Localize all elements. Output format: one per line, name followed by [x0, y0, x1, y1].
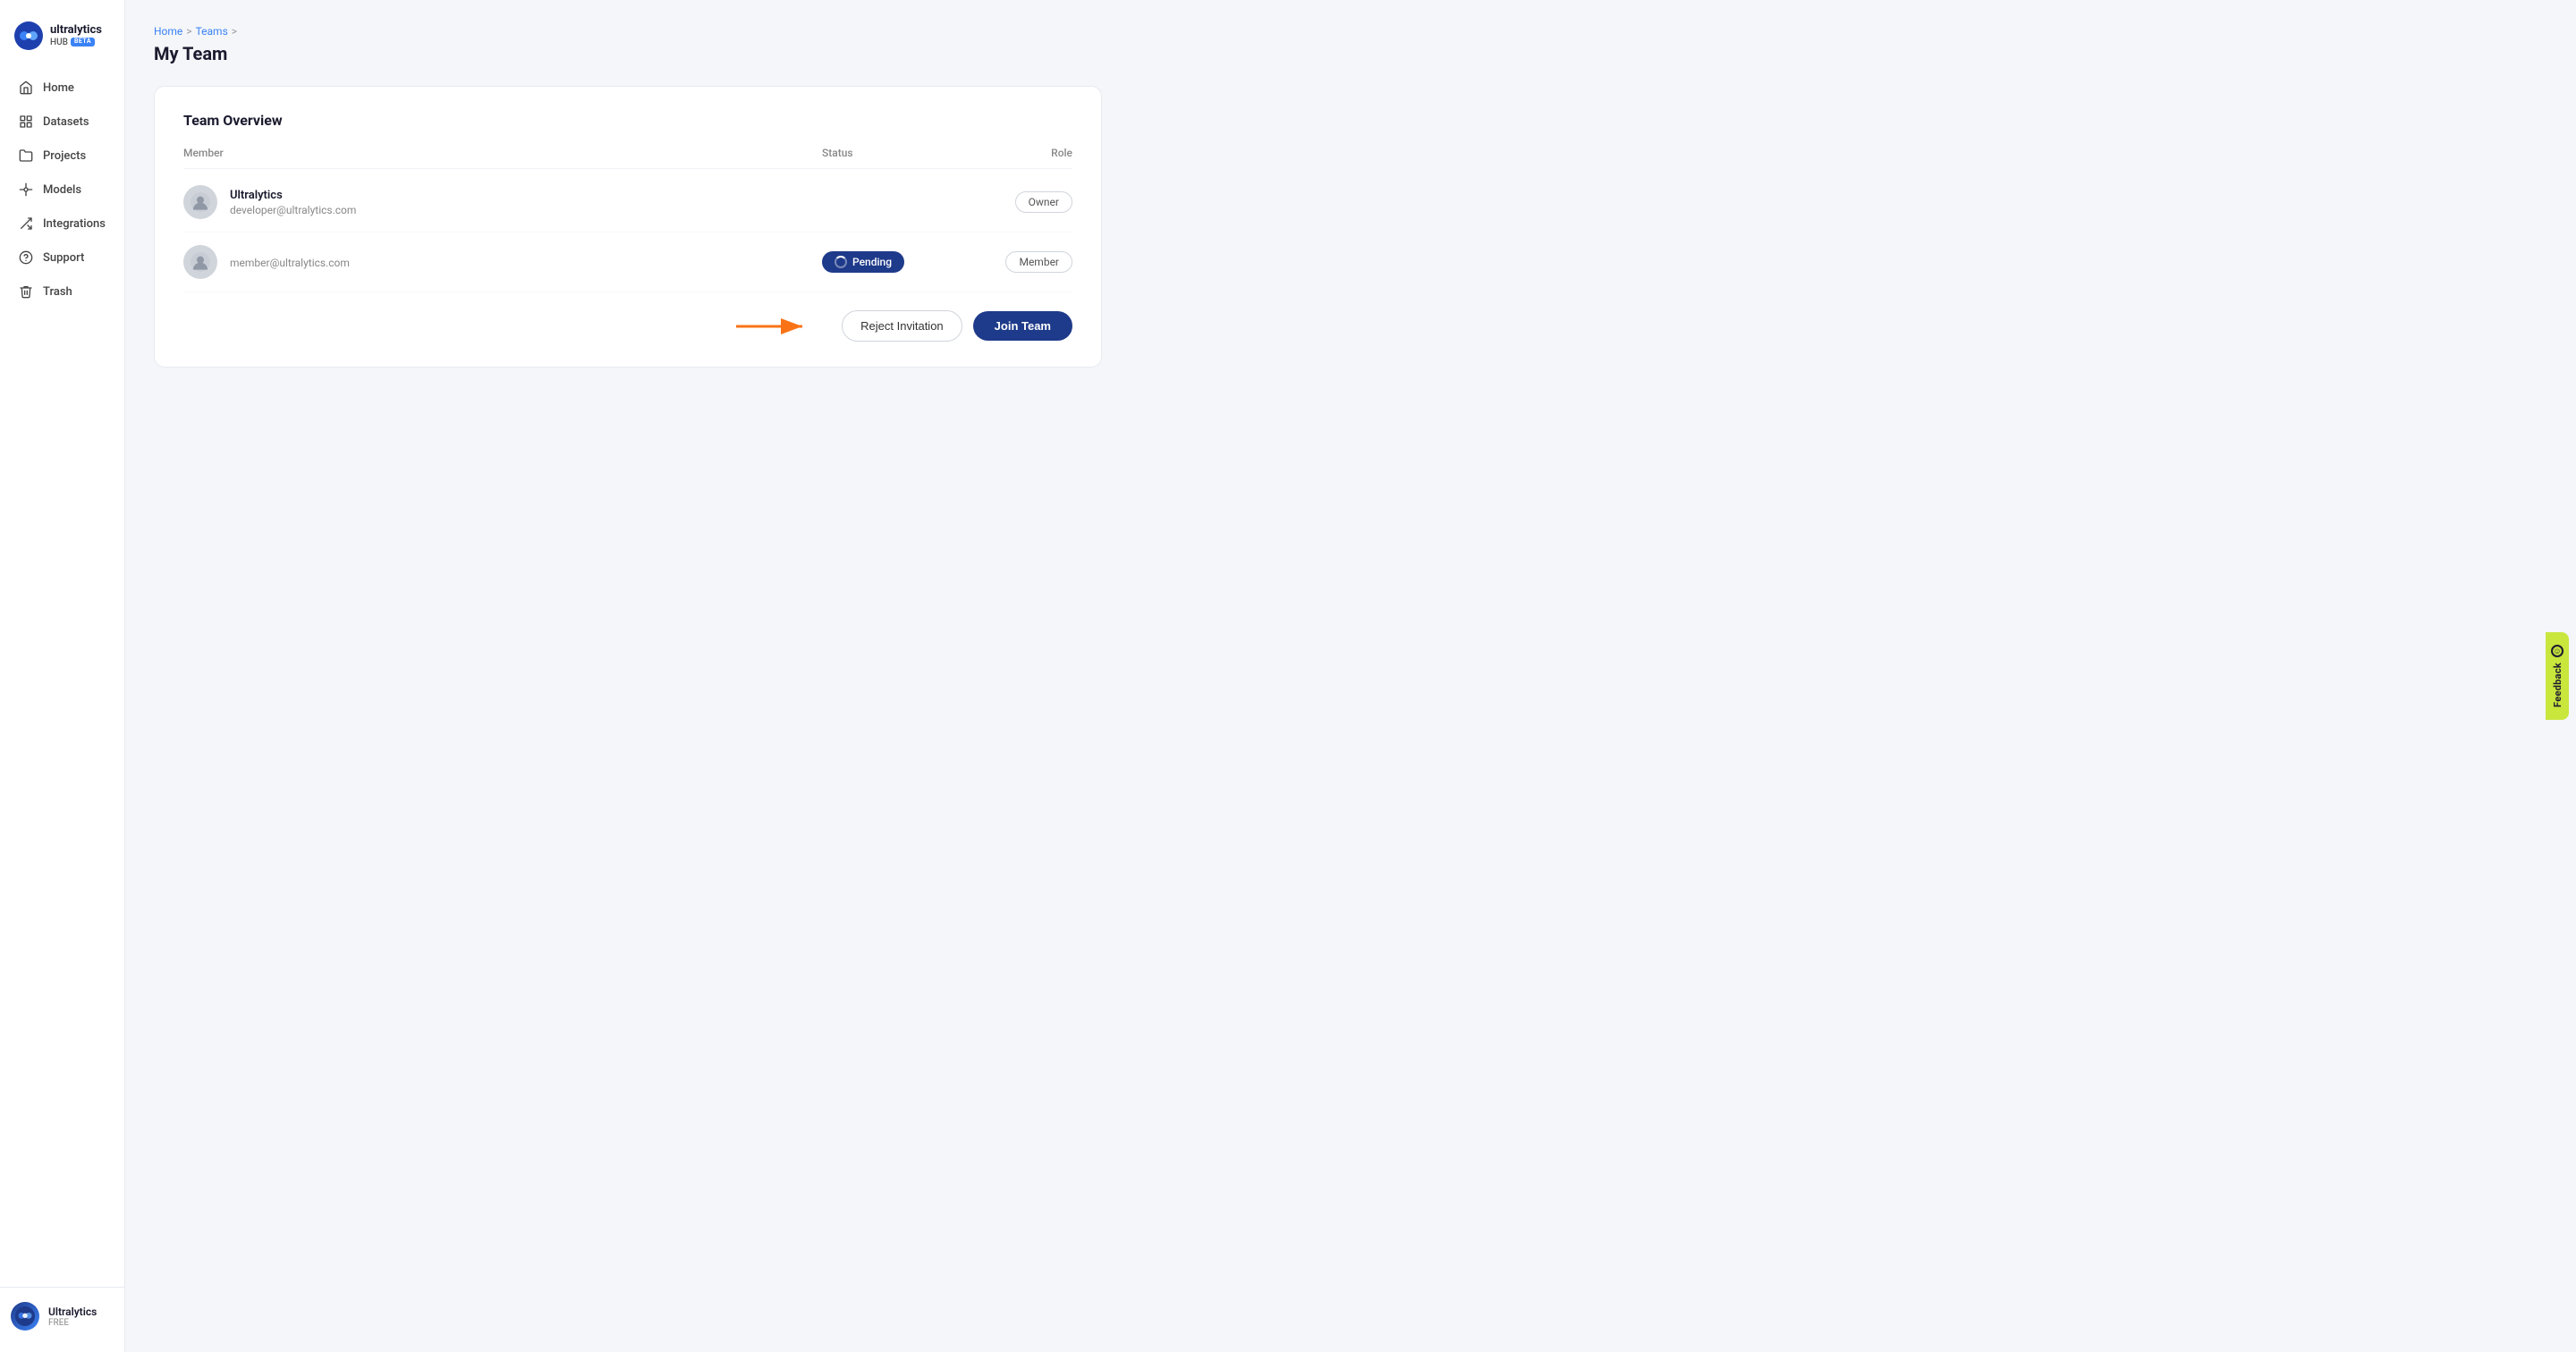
table-row: member@ultralytics.com Pending Member [183, 232, 1072, 292]
user-name: Ultralytics [48, 1306, 97, 1318]
sidebar-item-models-label: Models [43, 183, 81, 197]
member-badge: Member [1005, 251, 1072, 273]
arrow-icon [733, 313, 813, 340]
join-team-button[interactable]: Join Team [973, 311, 1072, 341]
nav-items: Home Datasets Projects [0, 72, 124, 1280]
app-hub: HUB [50, 38, 68, 47]
sidebar-bottom: Ultralytics FREE [0, 1287, 124, 1338]
datasets-icon [18, 114, 34, 130]
member-name-1: Ultralytics [230, 189, 356, 202]
app-name: ultralytics [50, 24, 102, 37]
logo-icon [14, 21, 43, 50]
sidebar-item-projects[interactable]: Projects [7, 139, 117, 172]
sidebar-item-home[interactable]: Home [7, 72, 117, 104]
sidebar-item-integrations-label: Integrations [43, 217, 106, 231]
owner-badge: Owner [1015, 191, 1072, 213]
member-role-cell-1: Owner [965, 191, 1072, 213]
sidebar-item-models[interactable]: Models [7, 173, 117, 206]
pending-label: Pending [852, 256, 892, 268]
member-info-1: Ultralytics developer@ultralytics.com [183, 185, 822, 219]
header-status: Status [822, 147, 965, 159]
sidebar-item-trash-label: Trash [43, 285, 72, 299]
breadcrumb-teams[interactable]: Teams [196, 25, 228, 38]
header-member: Member [183, 147, 822, 159]
team-card-title: Team Overview [183, 112, 1072, 129]
team-card: Team Overview Member Status Role Ultraly… [154, 86, 1102, 368]
member-avatar-1 [183, 185, 217, 219]
trash-icon [18, 283, 34, 300]
beta-badge: BETA [71, 38, 95, 46]
breadcrumb: Home > Teams > [154, 25, 2547, 38]
main-content: Home > Teams > My Team Team Overview Mem… [125, 0, 2576, 1352]
integrations-icon [18, 215, 34, 232]
header-role: Role [965, 147, 1072, 159]
reject-invitation-button[interactable]: Reject Invitation [842, 310, 962, 342]
support-icon [18, 249, 34, 266]
page-title: My Team [154, 43, 2547, 64]
sidebar-item-projects-label: Projects [43, 149, 86, 163]
projects-icon [18, 148, 34, 164]
user-plan: FREE [48, 1318, 97, 1328]
feedback-label: Feedback [2551, 663, 2563, 707]
feedback-icon: ☺ [2551, 645, 2563, 657]
sidebar-item-datasets[interactable]: Datasets [7, 106, 117, 138]
feedback-tab[interactable]: Feedback ☺ [2546, 632, 2569, 720]
sidebar-item-home-label: Home [43, 81, 74, 95]
pending-spinner [835, 256, 847, 268]
home-icon [18, 80, 34, 96]
sidebar-item-datasets-label: Datasets [43, 115, 89, 129]
user-info[interactable]: Ultralytics FREE [11, 1302, 114, 1331]
member-status-2: Pending [822, 251, 965, 273]
actions-row: Reject Invitation Join Team [183, 310, 1072, 342]
models-icon [18, 182, 34, 198]
arrow-annotation [733, 313, 813, 340]
logo: ultralytics HUB BETA [0, 14, 124, 72]
pending-badge: Pending [822, 251, 904, 273]
breadcrumb-home[interactable]: Home [154, 25, 182, 38]
member-role-cell-2: Member [965, 251, 1072, 273]
sidebar: ultralytics HUB BETA Home [0, 0, 125, 1352]
sidebar-item-trash[interactable]: Trash [7, 275, 117, 308]
sidebar-item-support[interactable]: Support [7, 241, 117, 274]
sidebar-item-support-label: Support [43, 251, 84, 265]
avatar [11, 1302, 39, 1331]
member-email-2: member@ultralytics.com [230, 257, 350, 269]
member-email-1: developer@ultralytics.com [230, 204, 356, 216]
table-row: Ultralytics developer@ultralytics.com Ow… [183, 173, 1072, 232]
sidebar-item-integrations[interactable]: Integrations [7, 207, 117, 240]
member-avatar-2 [183, 245, 217, 279]
member-info-2: member@ultralytics.com [183, 245, 822, 279]
table-header: Member Status Role [183, 147, 1072, 169]
